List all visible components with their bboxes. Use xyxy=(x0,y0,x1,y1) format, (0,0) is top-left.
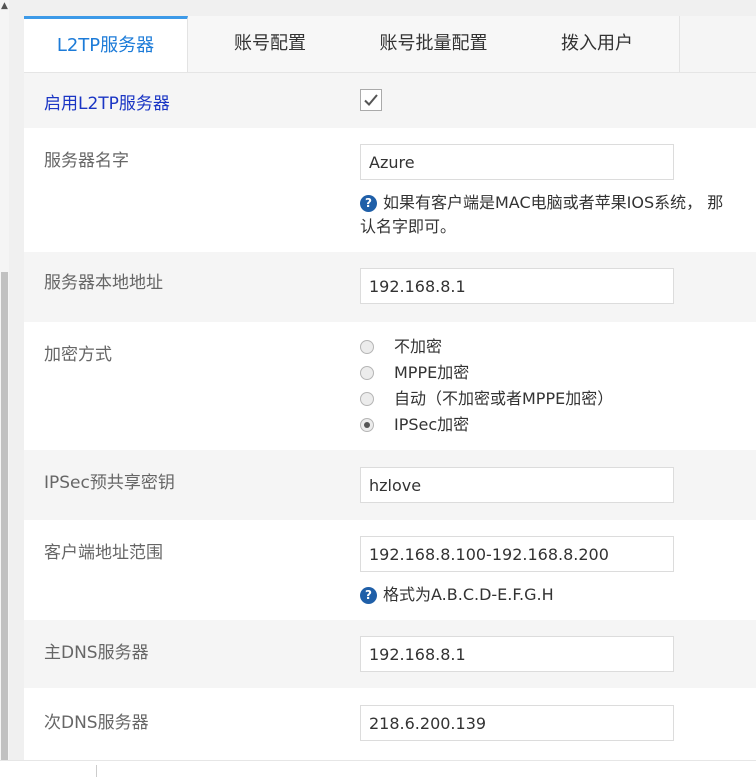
radio-label: 自动（不加密或者MPPE加密） xyxy=(394,389,614,408)
server-name-help-text-2: 认名字即可。 xyxy=(360,217,457,236)
question-icon: ? xyxy=(360,587,377,604)
divider xyxy=(96,765,97,777)
encryption-row: 加密方式 不加密 MPPE加密 自动（不加密或者MPPE加密） IPSec加密 xyxy=(24,322,756,450)
local-address-row: 服务器本地地址 xyxy=(24,252,756,322)
enable-label: 启用L2TP服务器 xyxy=(44,94,170,114)
radio-button[interactable] xyxy=(360,366,374,380)
ipsec-psk-row: IPSec预共享密钥 xyxy=(24,450,756,520)
server-name-help-text-1: 如果有客户端是MAC电脑或者苹果IOS系统， 那 xyxy=(383,193,724,212)
checkmark-icon xyxy=(364,94,378,106)
encryption-label: 加密方式 xyxy=(44,345,112,365)
primary-dns-row: 主DNS服务器 xyxy=(24,620,756,688)
server-name-help: ? 如果有客户端是MAC电脑或者苹果IOS系统， 那 xyxy=(360,192,723,214)
server-name-label: 服务器名字 xyxy=(44,151,129,171)
local-address-input[interactable] xyxy=(360,268,674,304)
primary-dns-label: 主DNS服务器 xyxy=(44,643,149,663)
l2tp-settings-panel: L2TP服务器 账号配置 账号批量配置 拨入用户 启用L2TP服务器 服务器名字… xyxy=(24,16,756,760)
enable-checkbox[interactable] xyxy=(360,89,382,111)
tab-bar: L2TP服务器 账号配置 账号批量配置 拨入用户 xyxy=(24,16,756,73)
radio-label: 不加密 xyxy=(394,337,443,356)
secondary-dns-label: 次DNS服务器 xyxy=(44,713,149,733)
tab-dial-in-users[interactable]: 拨入用户 xyxy=(515,16,680,72)
client-range-input[interactable] xyxy=(360,536,674,572)
ipsec-psk-input[interactable] xyxy=(360,467,674,503)
vertical-scrollbar[interactable]: ▲ xyxy=(0,0,9,776)
enable-row: 启用L2TP服务器 xyxy=(24,73,756,128)
client-range-label: 客户端地址范围 xyxy=(44,543,163,563)
client-range-row: 客户端地址范围 ? 格式为A.B.C.D-E.F.G.H xyxy=(24,520,756,620)
server-name-input[interactable] xyxy=(360,144,674,180)
radio-button[interactable] xyxy=(360,392,374,406)
radio-button-selected[interactable] xyxy=(360,418,374,432)
scrollbar-thumb[interactable] xyxy=(1,272,8,760)
status-strip xyxy=(0,760,756,777)
radio-button[interactable] xyxy=(360,340,374,354)
server-name-row: 服务器名字 ? 如果有客户端是MAC电脑或者苹果IOS系统， 那 认名字即可。 xyxy=(24,128,756,252)
primary-dns-input[interactable] xyxy=(360,636,674,672)
secondary-dns-row: 次DNS服务器 xyxy=(24,688,756,760)
scroll-up-icon[interactable]: ▲ xyxy=(1,2,8,11)
question-icon: ? xyxy=(360,195,377,212)
radio-label: MPPE加密 xyxy=(394,363,470,382)
tab-l2tp-server[interactable]: L2TP服务器 xyxy=(24,16,188,72)
client-range-help-text: 格式为A.B.C.D-E.F.G.H xyxy=(383,585,554,604)
local-address-label: 服务器本地地址 xyxy=(44,273,163,293)
client-range-help: ? 格式为A.B.C.D-E.F.G.H xyxy=(360,584,554,606)
secondary-dns-input[interactable] xyxy=(360,705,674,741)
radio-label: IPSec加密 xyxy=(394,415,470,434)
ipsec-psk-label: IPSec预共享密钥 xyxy=(44,473,175,493)
tab-account-config[interactable]: 账号配置 xyxy=(188,16,353,72)
tab-batch-account-config[interactable]: 账号批量配置 xyxy=(352,16,516,72)
